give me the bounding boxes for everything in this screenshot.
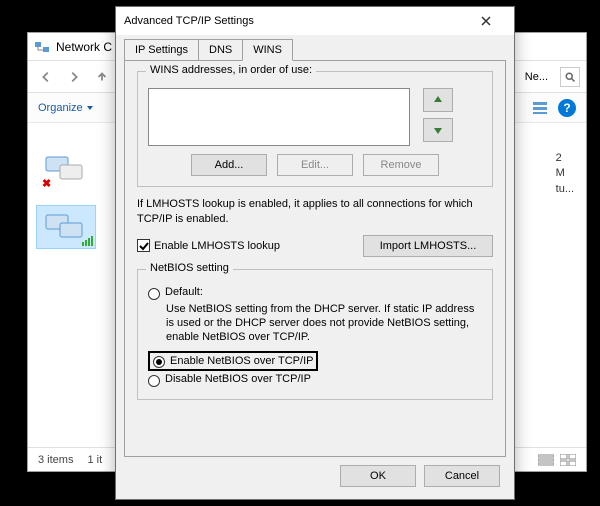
cancel-button[interactable]: Cancel — [424, 465, 500, 487]
remove-button[interactable]: Remove — [363, 154, 439, 176]
enable-lmhosts-label: Enable LMHOSTS lookup — [154, 240, 280, 252]
disabled-x-icon: ✖ — [42, 177, 56, 191]
import-lmhosts-button[interactable]: Import LMHOSTS... — [363, 235, 493, 257]
ok-button[interactable]: OK — [340, 465, 416, 487]
radio-icon — [148, 288, 160, 300]
radio-icon — [153, 356, 165, 368]
netbios-group: NetBIOS setting Default: Use NetBIOS set… — [137, 269, 493, 400]
status-item-count: 3 items — [38, 454, 73, 466]
network-icon — [34, 39, 50, 55]
chevron-down-icon — [86, 104, 94, 112]
tab-strip: IP Settings DNS WINS — [116, 35, 514, 60]
adapter-details-peek: 2 M tu... — [556, 151, 574, 197]
organize-label: Organize — [38, 102, 83, 114]
search-box[interactable] — [560, 67, 580, 87]
adapter-item-2[interactable] — [44, 211, 88, 247]
back-button[interactable] — [34, 65, 58, 89]
move-up-button[interactable] — [423, 88, 453, 112]
adapter-item-1[interactable]: ✖ — [44, 153, 88, 189]
edit-button[interactable]: Edit... — [277, 154, 353, 176]
advanced-tcpip-dialog: Advanced TCP/IP Settings IP Settings DNS… — [115, 6, 515, 500]
add-button[interactable]: Add... — [191, 154, 267, 176]
organize-menu[interactable]: Organize — [38, 102, 94, 114]
status-selection: 1 it — [87, 454, 102, 466]
tiles-view-icon[interactable] — [560, 454, 576, 466]
forward-button[interactable] — [62, 65, 86, 89]
move-down-button[interactable] — [423, 118, 453, 142]
netbios-group-label: NetBIOS setting — [146, 262, 233, 274]
radio-default-label: Default: — [165, 286, 203, 298]
wins-addresses-group: WINS addresses, in order of use: Add... … — [137, 71, 493, 187]
tab-wins[interactable]: WINS — [242, 39, 293, 61]
radio-icon — [148, 375, 160, 387]
signal-icon — [82, 236, 94, 249]
dialog-titlebar: Advanced TCP/IP Settings — [116, 7, 514, 35]
radio-enable-label: Enable NetBIOS over TCP/IP — [170, 355, 313, 367]
default-description: Use NetBIOS setting from the DHCP server… — [166, 302, 482, 345]
up-button[interactable] — [90, 65, 114, 89]
dialog-title-text: Advanced TCP/IP Settings — [124, 15, 254, 27]
lmhosts-info-text: If LMHOSTS lookup is enabled, it applies… — [137, 197, 493, 227]
checkbox-icon — [137, 239, 150, 252]
radio-disable-netbios[interactable]: Disable NetBIOS over TCP/IP — [148, 373, 482, 387]
radio-disable-label: Disable NetBIOS over TCP/IP — [165, 373, 311, 385]
details-view-icon[interactable] — [538, 454, 554, 466]
radio-default[interactable]: Default: — [148, 286, 482, 300]
close-button[interactable] — [466, 9, 506, 33]
wins-group-label: WINS addresses, in order of use: — [146, 64, 316, 76]
view-icon[interactable] — [532, 100, 548, 116]
wins-panel: WINS addresses, in order of use: Add... … — [124, 60, 506, 457]
tab-ip-settings[interactable]: IP Settings — [124, 39, 199, 60]
help-icon[interactable]: ? — [558, 99, 576, 117]
address-tail: Ne... — [525, 71, 548, 83]
parent-title-text: Network C — [56, 40, 112, 54]
wins-address-list[interactable] — [148, 88, 410, 146]
dialog-button-row: OK Cancel — [116, 465, 514, 499]
enable-lmhosts-checkbox[interactable]: Enable LMHOSTS lookup — [137, 239, 280, 252]
radio-enable-netbios[interactable]: Enable NetBIOS over TCP/IP — [148, 351, 482, 371]
tab-dns[interactable]: DNS — [198, 39, 243, 60]
